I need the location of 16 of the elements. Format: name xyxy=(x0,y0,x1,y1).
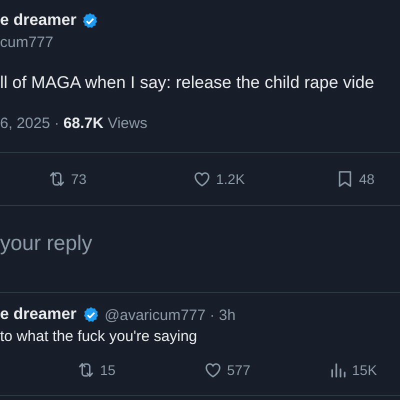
like-button[interactable]: 1.2K xyxy=(192,169,245,189)
post-date-views: 6, 2025 · 68.7K Views xyxy=(0,115,148,132)
reply-field[interactable]: your reply xyxy=(0,232,300,256)
author-name: e dreamer xyxy=(0,12,76,30)
repost-icon xyxy=(76,360,96,380)
author-name: e dreamer xyxy=(0,306,76,324)
repost-icon xyxy=(47,169,67,189)
author-handle: cum777 xyxy=(0,34,54,51)
reply-text: to what the fuck you're saying xyxy=(0,328,198,345)
post-text: ll of MAGA when I say: release the child rape vide xyxy=(0,73,376,93)
bookmark-button[interactable]: 48 xyxy=(335,169,375,189)
retweet-button[interactable]: 15 xyxy=(76,360,116,380)
author-handle: @avaricum777 · 3h xyxy=(104,306,236,324)
like-button[interactable]: 577 xyxy=(203,360,250,380)
retweet-button[interactable]: 73 xyxy=(47,169,87,189)
views-button[interactable]: 15K xyxy=(328,360,377,380)
